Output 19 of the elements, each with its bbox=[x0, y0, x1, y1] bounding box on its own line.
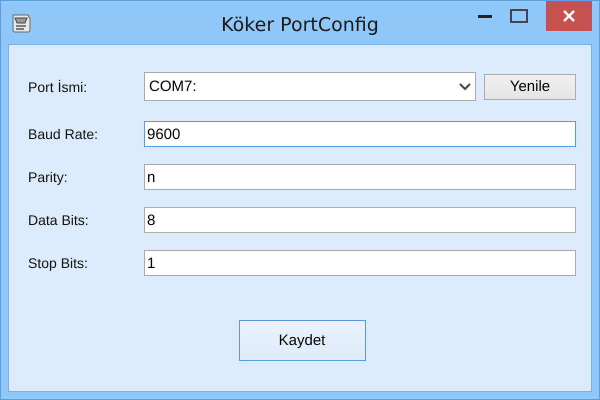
field-label: Stop Bits: bbox=[28, 255, 89, 271]
field-label: Data Bits: bbox=[28, 212, 90, 228]
close-icon bbox=[562, 9, 576, 23]
window-title: Köker PortConfig bbox=[221, 14, 379, 36]
input-field[interactable]: 8 bbox=[144, 207, 576, 233]
save-button[interactable]: Kaydet bbox=[238, 320, 366, 361]
input-field[interactable]: 1 bbox=[144, 250, 576, 276]
app-icon bbox=[10, 12, 32, 34]
input-field[interactable]: n bbox=[144, 164, 576, 190]
maximize-icon bbox=[510, 9, 528, 23]
minimize-icon bbox=[478, 14, 492, 18]
refresh-button[interactable]: Yenile bbox=[484, 74, 576, 100]
close-button[interactable] bbox=[546, 1, 592, 31]
port-dropdown[interactable]: COM7: bbox=[144, 72, 476, 101]
field-label: Port İsmi: bbox=[28, 78, 88, 94]
field-label: Parity: bbox=[28, 169, 69, 185]
field-label: Baud Rate: bbox=[28, 126, 100, 142]
chevron-down-icon bbox=[459, 82, 471, 90]
input-field[interactable]: 9600 bbox=[144, 121, 576, 147]
